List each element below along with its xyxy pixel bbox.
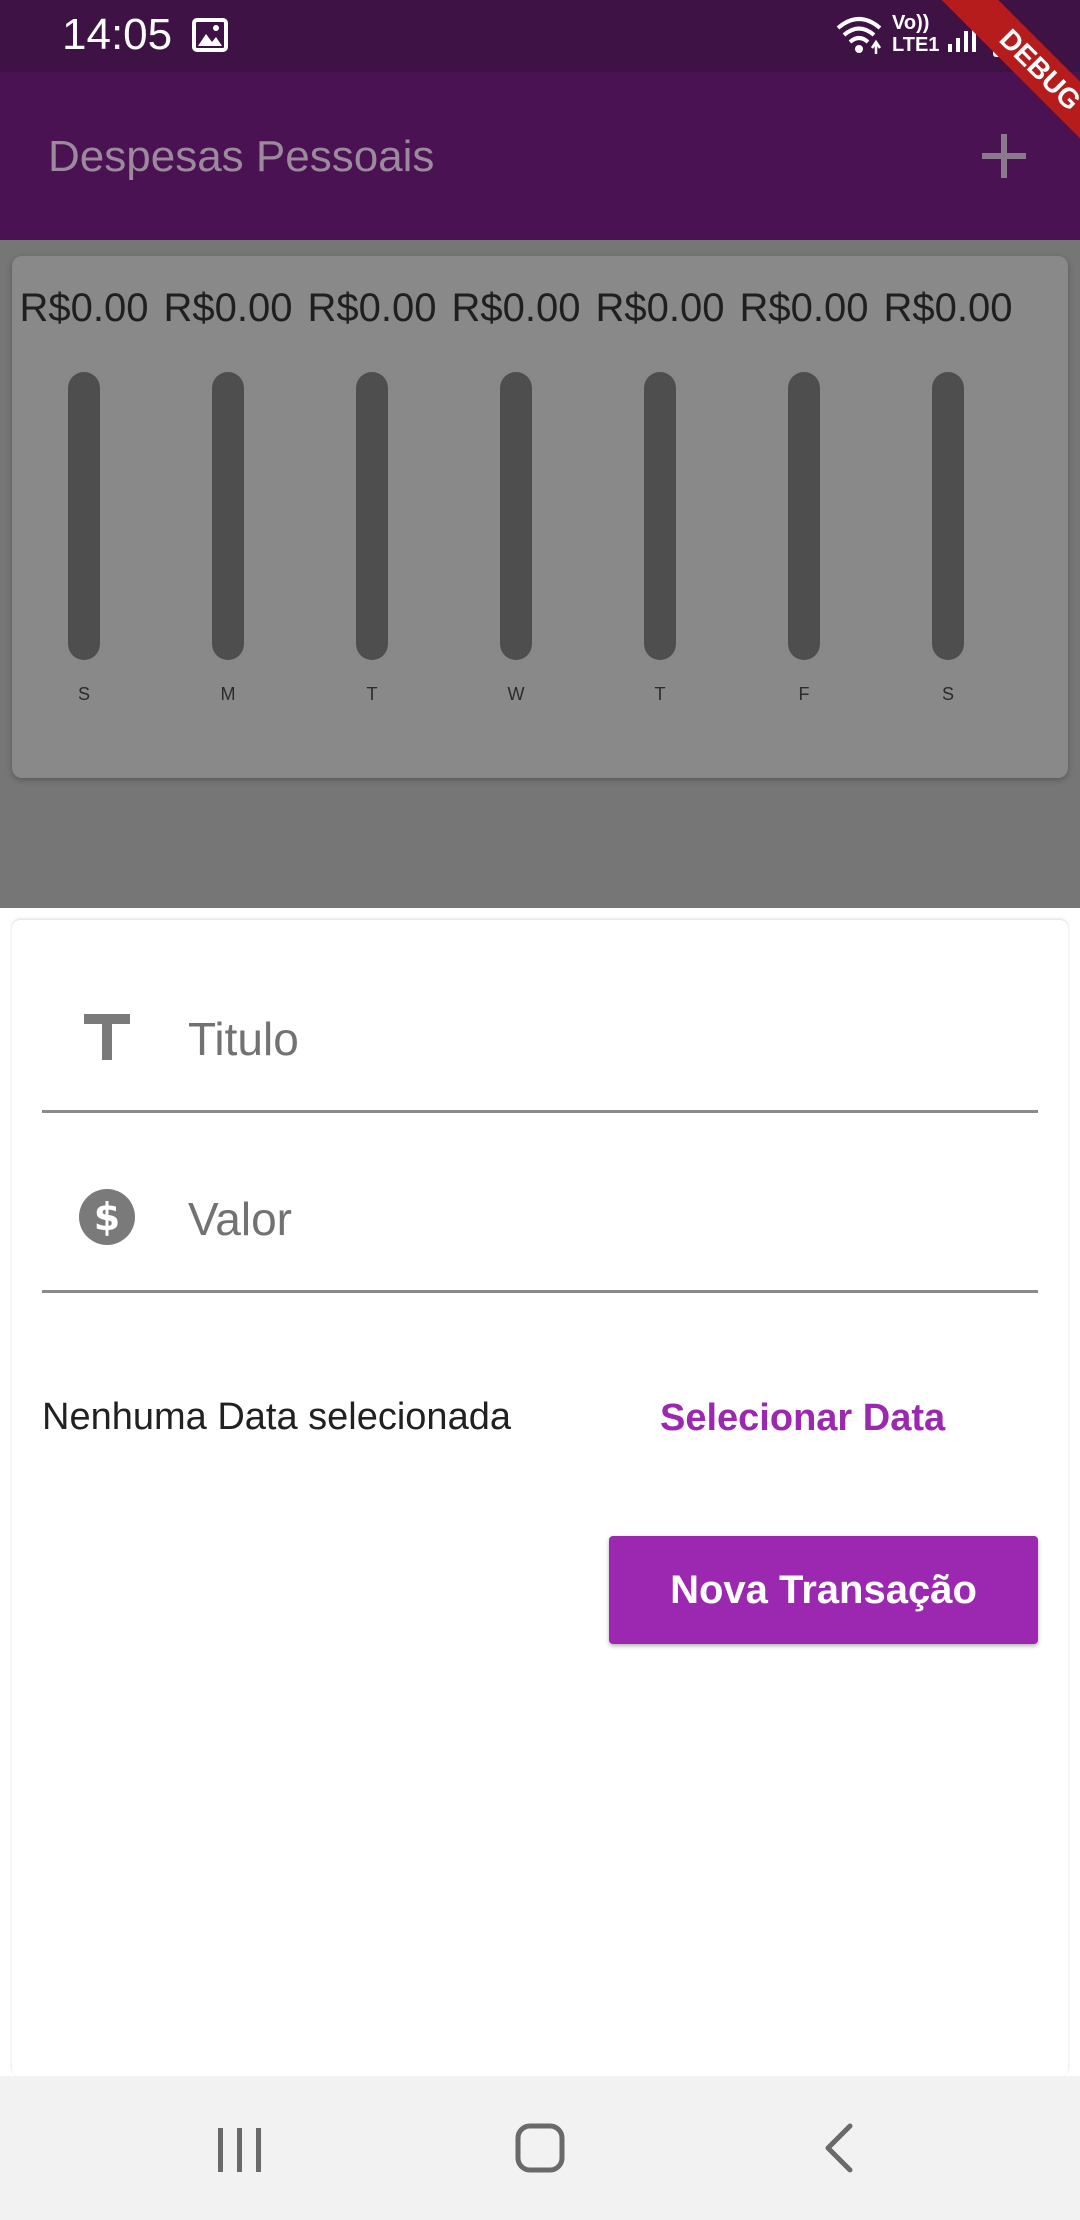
chart-column: R$0.00 T [588, 256, 732, 778]
new-transaction-button[interactable]: Nova Transação [609, 1536, 1038, 1644]
chart-column: R$0.00 S [876, 256, 1020, 778]
chart-day-label: T [366, 684, 378, 704]
chart-column: R$0.00 W [444, 256, 588, 778]
title-icon [84, 1014, 130, 1060]
back-icon[interactable] [800, 2112, 880, 2184]
select-date-button[interactable]: Selecionar Data [642, 1388, 963, 1448]
chart-day-label: W [507, 684, 525, 704]
chart-value-label: R$0.00 [19, 286, 149, 330]
chart-bar-track [68, 372, 100, 660]
chart-bar-track [932, 372, 964, 660]
chart-value-label: R$0.00 [163, 286, 293, 330]
status-time: 14:05 [62, 10, 173, 59]
dollar-icon: $ [79, 1189, 135, 1245]
chart-day-label: S [77, 684, 90, 704]
chart-column: R$0.00 S [12, 256, 156, 778]
chart-bar-track [644, 372, 676, 660]
network-label: Vo)) LTE1 [892, 12, 940, 56]
gallery-icon [192, 18, 228, 52]
chart-bar-track [356, 372, 388, 660]
chart-day-label: F [798, 684, 810, 704]
value-input[interactable] [186, 1178, 1010, 1260]
chart-bar-track [500, 372, 532, 660]
value-field: $ [42, 1120, 1038, 1293]
date-row: Nenhuma Data selecionada Selecionar Data [42, 1388, 1038, 1448]
chart-value-label: R$0.00 [307, 286, 437, 330]
chart-value-label: R$0.00 [739, 286, 869, 330]
home-icon[interactable] [500, 2112, 580, 2184]
weekly-chart: R$0.00 S R$0.00 M R$0.00 T R$0.00 W R$0.00 T R$0.0… [12, 256, 1068, 778]
add-icon[interactable] [976, 128, 1032, 184]
status-bar: 14:05 Vo)) LTE1 [0, 0, 1080, 72]
app-title: Despesas Pessoais [48, 132, 435, 181]
title-input[interactable] [186, 998, 1010, 1080]
date-status-text: Nenhuma Data selecionada [42, 1396, 511, 1438]
chart-column: R$0.00 M [156, 256, 300, 778]
chart-bar-track [212, 372, 244, 660]
chart-value-label: R$0.00 [595, 286, 725, 330]
chart-column: R$0.00 F [732, 256, 876, 778]
transaction-form-sheet: $ Nenhuma Data selecionada Selecionar Da… [12, 920, 1068, 2076]
chart-day-label: S [941, 684, 954, 704]
chart-day-label: M [220, 684, 236, 704]
wifi-icon [836, 17, 882, 54]
svg-text:$: $ [94, 1195, 120, 1239]
chart-day-label: T [654, 684, 666, 704]
navigation-bar [0, 2076, 1080, 2220]
recent-apps-icon[interactable] [200, 2112, 280, 2184]
chart-value-label: R$0.00 [451, 286, 581, 330]
app-bar: Despesas Pessoais [0, 72, 1080, 240]
chart-bar-track [788, 372, 820, 660]
chart-column: R$0.00 T [300, 256, 444, 778]
chart-value-label: R$0.00 [883, 286, 1013, 330]
title-field [42, 940, 1038, 1113]
